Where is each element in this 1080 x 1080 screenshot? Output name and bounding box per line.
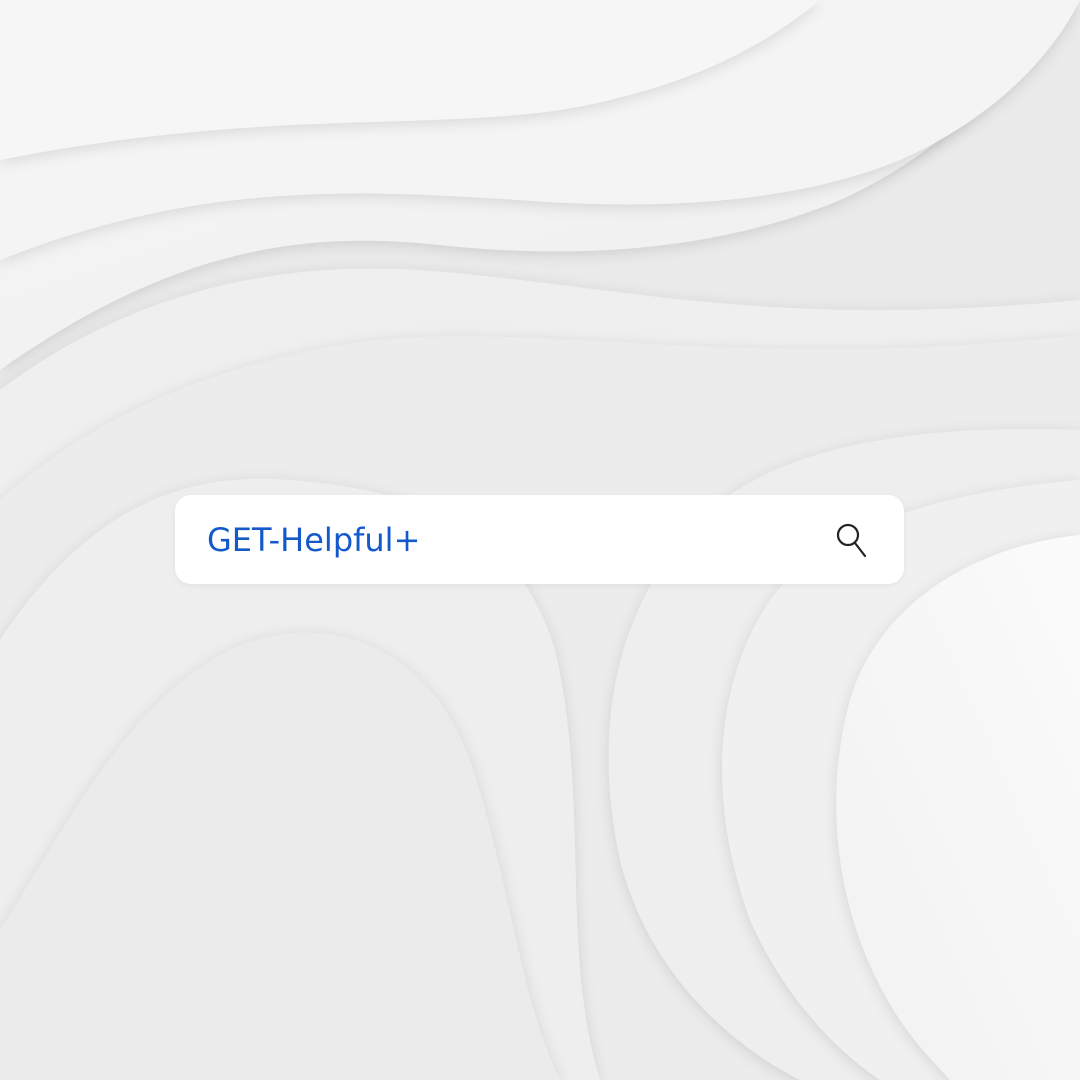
search-icon	[836, 523, 867, 557]
search-input[interactable]: GET-Helpful+	[207, 524, 420, 556]
canvas: GET-Helpful+	[0, 0, 1080, 1080]
search-button[interactable]	[834, 522, 870, 558]
search-bar[interactable]: GET-Helpful+	[175, 495, 904, 584]
